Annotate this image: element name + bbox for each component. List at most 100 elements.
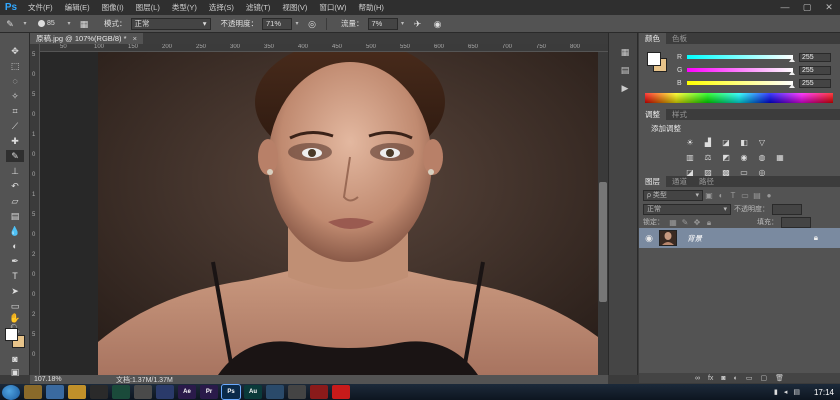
blue-slider[interactable] (687, 81, 795, 88)
history-panel-icon[interactable]: ▦ (617, 45, 633, 59)
color-spectrum[interactable] (645, 93, 833, 103)
taskbar-app-folder[interactable] (68, 385, 86, 399)
taskbar-app-pr[interactable]: Pr (200, 385, 218, 399)
taskbar-app-record[interactable] (332, 385, 350, 399)
menu-help[interactable]: 帮助(H) (353, 0, 390, 15)
dodge-tool-icon[interactable]: ◐ (6, 240, 24, 252)
close-icon[interactable]: × (133, 34, 137, 43)
vibrance-icon[interactable]: ▽ (755, 137, 769, 148)
brush-tool-icon[interactable]: ✎ (6, 150, 24, 162)
eye-icon[interactable]: ◉ (639, 233, 659, 244)
slider-caret-icon[interactable] (789, 84, 795, 88)
trash-icon[interactable]: 🗑︎ (775, 374, 784, 382)
taskbar-app-flash[interactable] (310, 385, 328, 399)
menu-view[interactable]: 视图(V) (276, 0, 313, 15)
layer-opacity-input[interactable] (772, 203, 802, 215)
layer-style-icon[interactable]: fx (708, 375, 713, 382)
blur-tool-icon[interactable]: 💧 (6, 225, 24, 237)
move-tool-icon[interactable]: ✥ (6, 45, 24, 57)
rectangle-tool-icon[interactable]: ▭ (6, 300, 24, 312)
portrait-photo[interactable] (98, 52, 598, 375)
filter-smart-icon[interactable]: ▤ (751, 190, 763, 201)
exposure-icon[interactable]: ◧ (737, 137, 751, 148)
hue-saturation-icon[interactable]: ▥ (683, 152, 697, 163)
menu-filter[interactable]: 滤镜(T) (240, 0, 277, 15)
history-brush-tool-icon[interactable]: ↶ (6, 180, 24, 192)
fill-input[interactable] (781, 216, 811, 228)
red-slider[interactable] (687, 55, 795, 62)
lock-pixels-icon[interactable]: ✎ (679, 217, 691, 228)
slider-caret-icon[interactable] (789, 58, 795, 62)
chevron-down-icon[interactable]: ▾ (398, 20, 408, 27)
document-tab[interactable]: 原稿.jpg @ 107%(RGB/8) * × (30, 33, 144, 44)
brush-preset-picker[interactable]: 85 (38, 17, 64, 31)
mode-select[interactable]: 正常 ▾ (130, 17, 211, 30)
maximize-button[interactable]: ▢ (796, 0, 818, 15)
menu-window[interactable]: 窗口(W) (313, 0, 352, 15)
path-select-tool-icon[interactable]: ➤ (6, 285, 24, 297)
new-layer-icon[interactable]: ▢ (761, 374, 768, 382)
brightness-icon[interactable]: ☀ (683, 137, 697, 148)
adjustment-layer-icon[interactable]: ◐ (734, 375, 738, 382)
language-icon[interactable]: ▤ (793, 388, 800, 396)
red-value[interactable]: 255 (799, 52, 831, 62)
actions-panel-icon[interactable]: ▶ (617, 81, 633, 95)
tab-swatches[interactable]: 色板 (666, 33, 693, 44)
slider-caret-icon[interactable] (789, 71, 795, 75)
gradient-tool-icon[interactable]: ▤ (6, 210, 24, 222)
chevron-down-icon[interactable]: ▾ (64, 20, 74, 27)
taskbar-app-au[interactable]: Au (244, 385, 262, 399)
taskbar-app-ps[interactable] (156, 385, 174, 399)
scrollbar-thumb[interactable] (599, 182, 607, 302)
taskbar-app-misc[interactable] (134, 385, 152, 399)
taskbar-app-photoshop[interactable]: Ps (221, 384, 241, 400)
menu-edit[interactable]: 编辑(E) (59, 0, 96, 15)
brush-panel-icon[interactable]: ▦ (76, 17, 92, 31)
menu-image[interactable]: 图像(I) (96, 0, 130, 15)
airbrush-icon[interactable]: ✈ (410, 17, 426, 31)
channel-mixer-icon[interactable]: ◍ (755, 152, 769, 163)
taskbar-app-window2[interactable] (288, 385, 306, 399)
quick-select-tool-icon[interactable]: ✧ (6, 90, 24, 102)
menu-layer[interactable]: 图层(L) (130, 0, 166, 15)
filter-type-icon[interactable]: T (727, 190, 739, 201)
zoom-level[interactable]: 107.18% (30, 376, 80, 383)
start-button[interactable] (2, 384, 20, 400)
canvas-area[interactable] (40, 52, 598, 375)
vertical-scrollbar[interactable] (598, 52, 608, 375)
filter-pixel-icon[interactable]: ▣ (703, 190, 715, 201)
layer-name[interactable]: 背景 (687, 233, 702, 244)
volume-icon[interactable]: ◂ (784, 388, 788, 396)
layer-row[interactable]: ◉ 背景 🔒︎ (639, 228, 840, 248)
crop-tool-icon[interactable]: ⌗ (6, 105, 24, 117)
blend-mode-select[interactable]: 正常 ▾ (643, 203, 731, 215)
foreground-color-swatch[interactable] (5, 328, 18, 341)
link-layers-icon[interactable]: ∞ (695, 375, 700, 382)
layer-mask-icon[interactable]: ◙ (721, 375, 725, 382)
opacity-input[interactable]: 71% (262, 17, 292, 30)
color-swatches[interactable] (5, 328, 27, 350)
network-icon[interactable]: ▮ (774, 388, 778, 396)
layer-filter-select[interactable]: ρ 类型 ▾ (643, 189, 703, 201)
eyedropper-tool-icon[interactable]: ⟋ (6, 120, 24, 132)
filter-adjustment-icon[interactable]: ◐ (715, 190, 727, 201)
menu-type[interactable]: 类型(Y) (166, 0, 203, 15)
group-icon[interactable]: ▭ (746, 374, 753, 382)
curves-icon[interactable]: ◪ (719, 137, 733, 148)
taskbar-app-window1[interactable] (266, 385, 284, 399)
color-balance-icon[interactable]: ⚖ (701, 152, 715, 163)
taskbar-app-player[interactable] (112, 385, 130, 399)
tab-color[interactable]: 颜色 (639, 33, 666, 44)
green-value[interactable]: 255 (799, 65, 831, 75)
brush-icon[interactable]: ✎ (2, 17, 18, 31)
menu-file[interactable]: 文件(F) (22, 0, 59, 15)
type-tool-icon[interactable]: T (6, 270, 24, 282)
pressure-size-icon[interactable]: ◉ (430, 17, 446, 31)
taskbar-app-browser[interactable] (46, 385, 64, 399)
color-lookup-icon[interactable]: ▦ (773, 152, 787, 163)
menu-select[interactable]: 选择(S) (203, 0, 240, 15)
taskbar-app-media[interactable] (90, 385, 108, 399)
blue-value[interactable]: 255 (799, 78, 831, 88)
screen-mode-icon[interactable]: ▣ (6, 366, 24, 378)
chevron-down-icon[interactable]: ▾ (292, 20, 302, 27)
